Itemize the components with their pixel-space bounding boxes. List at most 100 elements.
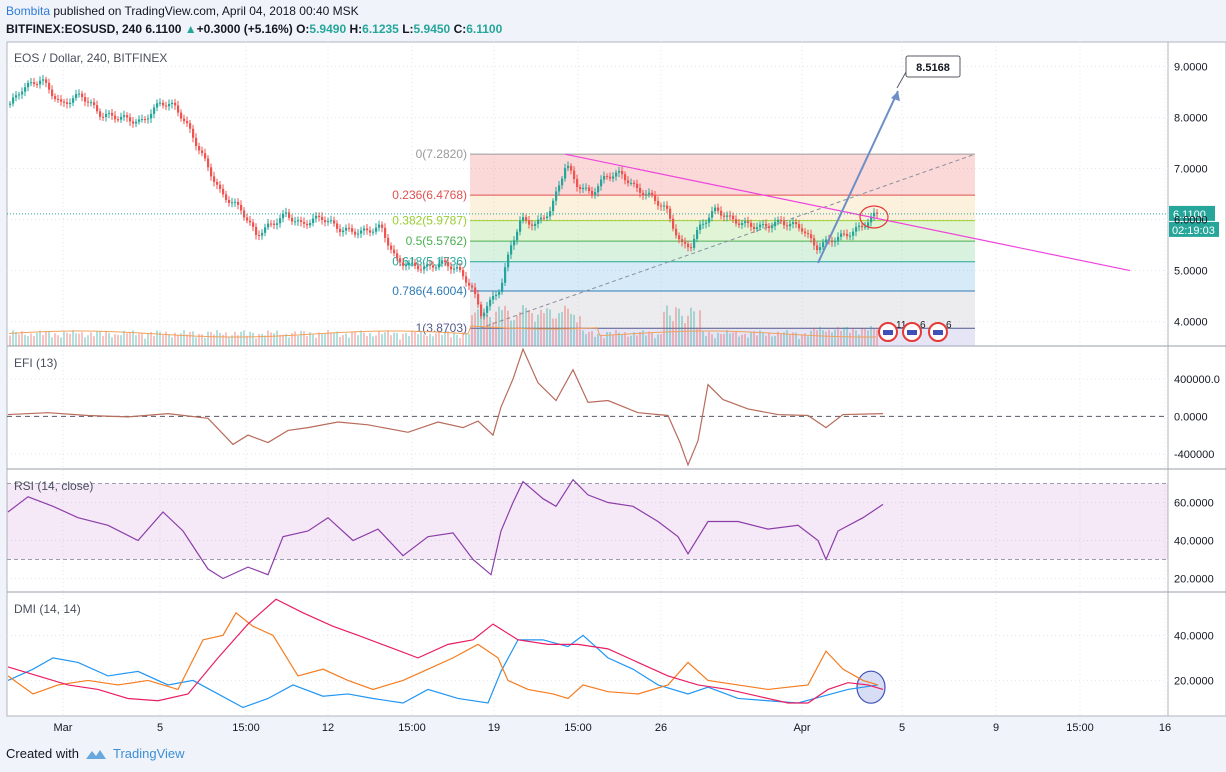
y-tick-label: 20.0000 [1174,675,1214,687]
y-tick-label: 4.0000 [1174,317,1208,329]
candle-body [159,102,162,104]
volume-bar [18,334,20,346]
volume-bar [654,338,656,346]
volume-bar [75,333,77,346]
candle-body [339,228,342,233]
volume-bar [477,309,479,346]
candle-body [744,221,747,224]
volume-bar [348,337,350,346]
candle-body [141,119,144,121]
candle-body [696,229,699,239]
candle-body [702,223,705,225]
volume-bar [276,330,278,346]
x-tick-label: 16 [1159,722,1171,734]
candle-body [381,224,384,228]
candle-body [582,187,585,190]
volume-bar [303,331,305,346]
candle-body [567,165,570,169]
volume-bar [666,305,668,346]
volume-bar [531,313,533,346]
y-tick-label: 7.0000 [1174,163,1208,175]
volume-bar [822,330,824,346]
x-tick-label: 12 [322,722,334,734]
x-tick-label: 26 [655,722,667,734]
volume-bar [693,311,695,346]
volume-bar [726,330,728,346]
volume-bar [339,337,341,346]
y-tick-label: 400000.0 [1174,374,1220,386]
candle-body [846,233,849,237]
candle-body [774,222,777,227]
candle-body [207,158,210,168]
tradingview-brand[interactable]: TradingView [113,746,185,761]
candle-body [492,296,495,300]
volume-bar [345,333,347,346]
candle-body [453,268,456,270]
volume-bar [72,330,74,346]
volume-bar [24,334,26,346]
volume-bar [645,335,647,346]
candle-body [462,269,465,277]
volume-bar [33,336,35,346]
volume-bar [600,334,602,346]
candle-body [258,234,261,236]
volume-bar [444,331,446,346]
candle-body [351,228,354,232]
volume-bar [288,337,290,346]
volume-bar [723,333,725,346]
candle-body [411,262,414,264]
volume-bar [45,331,47,346]
pane-title: EFI (13) [14,356,57,370]
candle-body [420,269,423,271]
volume-bar [513,320,515,346]
volume-bar [825,331,827,346]
volume-bar [807,336,809,346]
volume-bar [768,332,770,346]
candle-body [297,220,300,222]
candle-body [639,187,642,193]
candle-body [600,179,603,187]
candle-body [219,184,222,189]
candle-body [756,227,759,230]
volume-bar [552,318,554,346]
candle-body [312,218,315,224]
volume-bar [93,336,95,346]
volume-bar [567,308,569,346]
candle-body [720,210,723,216]
candle-body [294,221,297,223]
volume-bar [357,335,359,346]
volume-bar [330,333,332,346]
volume-bar [435,333,437,346]
volume-bar [657,334,659,346]
volume-bar [771,336,773,346]
candle-body [363,228,366,231]
volume-bar [699,310,701,346]
candle-body [525,217,528,221]
volume-bar [510,320,512,346]
candle-body [423,266,426,270]
volume-bar [498,306,500,346]
candle-body [573,170,576,180]
candle-body [675,228,678,236]
candle-body [657,200,660,206]
candle-body [528,220,531,225]
candle-body [792,222,795,224]
volume-bar [744,333,746,346]
volume-bar [30,333,32,346]
candle-body [300,220,303,222]
chart-area[interactable]: 0(7.2820) 0.236(6.4768) 0.382(5.9787) 0.5(5… [0,0,1226,772]
volume-bar [738,336,740,346]
fib-level-label: 0(7.2820) [416,147,467,161]
candle-body [576,179,579,188]
candle-body [789,223,792,227]
volume-bar [42,335,44,346]
volume-bar [414,331,416,346]
candle-body [591,190,594,195]
candle-body [267,223,270,228]
pane-title: DMI (14, 14) [14,602,81,616]
candle-body [291,217,294,222]
candle-body [717,207,720,211]
candle-body [471,285,474,288]
volume-bar [741,334,743,346]
candle-body [150,113,153,119]
